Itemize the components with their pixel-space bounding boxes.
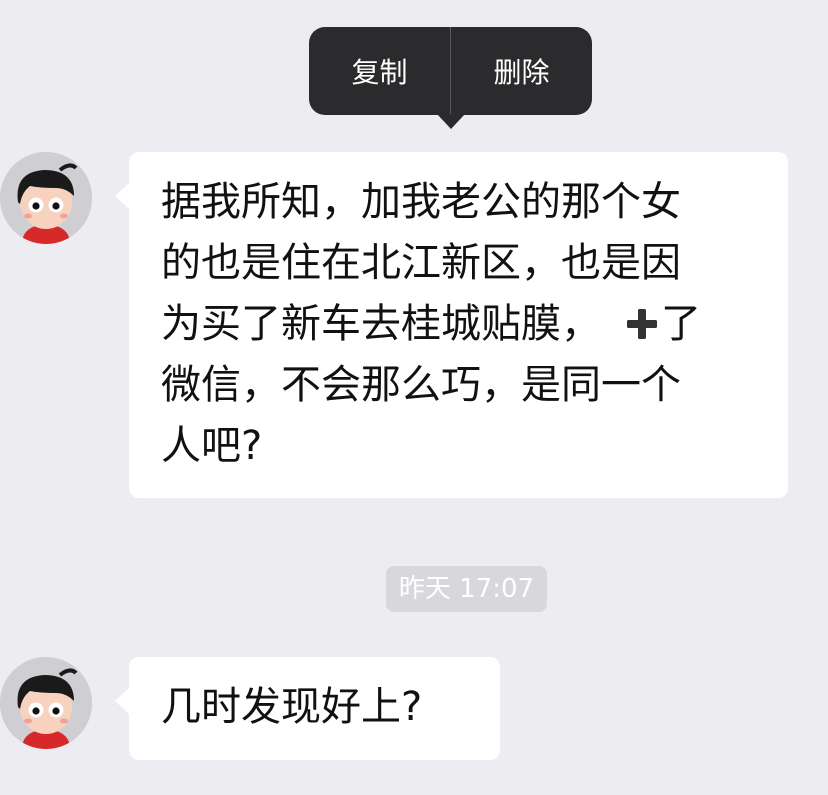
message-line: 的也是住在北江新区，也是因 [161,240,681,286]
message-line-text: 为买了新车去桂城贴膜， [161,301,601,347]
avatar[interactable] [0,657,92,749]
cartoon-boy-avatar-icon [0,657,92,749]
plus-icon [627,309,657,339]
menu-pointer-arrow [436,114,465,129]
message-context-menu: 复制 删除 [309,27,592,129]
message-line: 为买了新车去桂城贴膜， 了 [161,294,748,355]
message-line: 人吧? [161,423,263,469]
message-line-text: 了 [661,301,701,347]
message-bubble[interactable]: 几时发现好上? [115,657,500,760]
avatar[interactable] [0,152,92,244]
cartoon-boy-avatar-icon [0,152,92,244]
copy-menu-item[interactable]: 复制 [309,27,450,115]
message-line: 据我所知，加我老公的那个女 [161,179,681,225]
message-bubble[interactable]: 据我所知，加我老公的那个女 的也是住在北江新区，也是因 为买了新车去桂城贴膜， 了… [115,152,788,498]
message-line: 微信，不会那么巧，是同一个 [161,362,681,408]
delete-menu-item[interactable]: 删除 [451,27,592,115]
timestamp-badge: 昨天 17:07 [386,566,547,612]
